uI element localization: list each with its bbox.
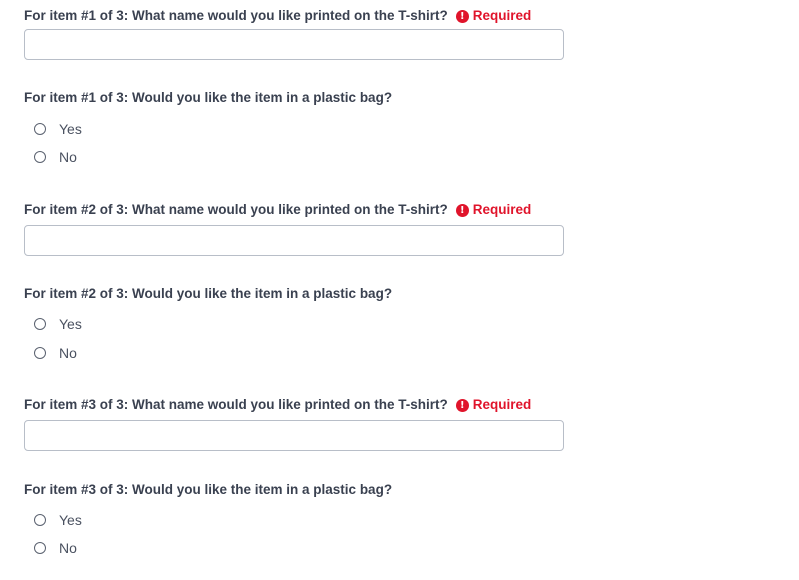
radio-label: No bbox=[59, 149, 77, 165]
radio-circle[interactable] bbox=[34, 318, 46, 330]
radio-yes-item-3[interactable]: Yes bbox=[34, 510, 82, 530]
name-question-3: For item #3 of 3: What name would you li… bbox=[24, 396, 531, 414]
radio-label: No bbox=[59, 540, 77, 556]
name-question-1: For item #1 of 3: What name would you li… bbox=[24, 7, 531, 25]
required-label: Required bbox=[472, 397, 532, 412]
exclamation-circle-icon: ! bbox=[455, 203, 469, 217]
required-label: Required bbox=[472, 8, 532, 23]
radio-no-item-2[interactable]: No bbox=[34, 343, 77, 363]
radio-no-item-3[interactable]: No bbox=[34, 538, 77, 558]
radio-label: Yes bbox=[59, 121, 82, 137]
exclamation-circle-icon: ! bbox=[455, 9, 469, 23]
bag-question-1: For item #1 of 3: Would you like the ite… bbox=[24, 89, 392, 107]
name-question-label: For item #2 of 3: What name would you li… bbox=[24, 202, 448, 217]
radio-circle[interactable] bbox=[34, 123, 46, 135]
radio-label: Yes bbox=[59, 316, 82, 332]
radio-label: Yes bbox=[59, 512, 82, 528]
radio-yes-item-2[interactable]: Yes bbox=[34, 314, 82, 334]
radio-no-item-1[interactable]: No bbox=[34, 147, 77, 167]
radio-yes-item-1[interactable]: Yes bbox=[34, 119, 82, 139]
name-input-item-1[interactable] bbox=[24, 29, 564, 60]
bag-question-label: For item #1 of 3: Would you like the ite… bbox=[24, 90, 393, 105]
radio-circle[interactable] bbox=[34, 151, 46, 163]
radio-circle[interactable] bbox=[34, 347, 46, 359]
name-question-2: For item #2 of 3: What name would you li… bbox=[24, 201, 531, 219]
exclamation-circle-icon: ! bbox=[455, 398, 469, 412]
bag-question-label: For item #2 of 3: Would you like the ite… bbox=[24, 286, 393, 301]
required-indicator: ! Required bbox=[455, 396, 532, 414]
name-input-item-3[interactable] bbox=[24, 420, 564, 451]
name-input-item-2[interactable] bbox=[24, 225, 564, 256]
radio-circle[interactable] bbox=[34, 514, 46, 526]
required-indicator: ! Required bbox=[455, 201, 532, 219]
radio-label: No bbox=[59, 345, 77, 361]
name-question-label: For item #3 of 3: What name would you li… bbox=[24, 397, 448, 412]
bag-question-2: For item #2 of 3: Would you like the ite… bbox=[24, 285, 392, 303]
bag-question-3: For item #3 of 3: Would you like the ite… bbox=[24, 481, 392, 499]
name-question-label: For item #1 of 3: What name would you li… bbox=[24, 8, 448, 23]
radio-circle[interactable] bbox=[34, 542, 46, 554]
required-indicator: ! Required bbox=[455, 7, 532, 25]
bag-question-label: For item #3 of 3: Would you like the ite… bbox=[24, 482, 393, 497]
required-label: Required bbox=[472, 202, 532, 217]
